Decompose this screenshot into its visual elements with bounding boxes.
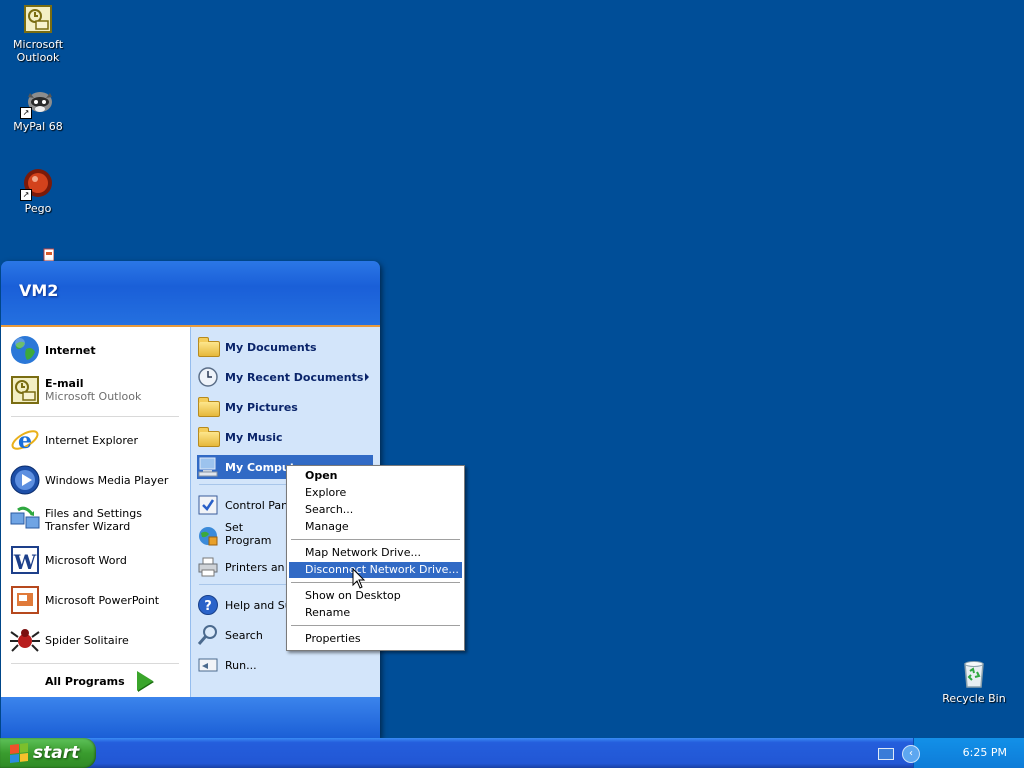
desktop-icon-label: Outlook xyxy=(16,51,60,64)
transfer-wizard-icon xyxy=(9,504,41,536)
desktop-icon-label: Pego xyxy=(24,202,52,215)
search-icon xyxy=(197,624,219,646)
recycle-bin-icon xyxy=(958,657,990,689)
system-tray: ‹ 6:25 PM xyxy=(878,738,1024,768)
taskbar: start ‹ 6:25 PM xyxy=(0,738,1024,768)
submenu-arrow-icon xyxy=(365,373,369,381)
pinned-item-title: Internet xyxy=(45,343,96,357)
ctx-manage[interactable]: Manage xyxy=(289,519,462,535)
right-item-my-recent-documents[interactable]: My Recent Documents xyxy=(197,365,373,389)
computer-icon xyxy=(197,456,219,478)
start-menu-left-pane: Internet E-mail Microsoft Outlook e Inter… xyxy=(1,327,190,697)
desktop-icon-mypal[interactable]: ↗ MyPal 68 xyxy=(0,85,76,133)
outlook-icon xyxy=(22,3,54,35)
desktop-icon-label: Microsoft xyxy=(12,38,64,51)
recent-item-spider-solitaire[interactable]: Spider Solitaire xyxy=(9,623,185,657)
right-item-my-documents[interactable]: My Documents xyxy=(197,335,373,359)
start-button[interactable]: start xyxy=(0,738,96,768)
green-arrow-icon xyxy=(136,671,153,691)
internet-explorer-icon: e xyxy=(9,424,41,456)
recent-item-microsoft-powerpoint[interactable]: Microsoft PowerPoint xyxy=(9,583,185,617)
svg-text:W: W xyxy=(13,550,37,574)
right-item-label: Help and Support xyxy=(225,598,289,612)
recent-documents-icon xyxy=(197,366,219,388)
right-item-my-pictures[interactable]: My Pictures xyxy=(197,395,373,419)
recent-item-label: Internet Explorer xyxy=(45,433,138,447)
music-folder-icon xyxy=(197,426,220,448)
shortcut-arrow-icon: ↗ xyxy=(20,189,32,201)
raccoon-icon: ↗ xyxy=(20,85,54,119)
desktop-icon-outlook[interactable]: Microsoft Outlook xyxy=(0,3,76,64)
right-item-run[interactable]: Run... xyxy=(197,653,373,677)
pictures-folder-icon xyxy=(197,396,220,418)
recent-item-transfer-wizard[interactable]: Files and Settings Transfer Wizard xyxy=(9,503,185,537)
recent-item-label: Windows Media Player xyxy=(45,473,169,487)
separator xyxy=(291,539,460,540)
folder-icon xyxy=(197,336,220,358)
context-menu: Open Explore Search... Manage Map Networ… xyxy=(286,465,465,651)
separator xyxy=(291,625,460,626)
user-name: VM2 xyxy=(19,281,59,300)
keyboard-icon[interactable] xyxy=(878,748,894,760)
right-item-label: Printers and Faxes xyxy=(225,560,285,574)
all-programs-button[interactable]: All Programs xyxy=(45,671,153,691)
control-panel-icon xyxy=(197,494,219,516)
spider-icon xyxy=(9,624,41,656)
recent-item-label: Files and Settings Transfer Wizard xyxy=(45,507,142,533)
separator xyxy=(291,582,460,583)
svg-text:e: e xyxy=(18,428,32,454)
start-menu-header: VM2 xyxy=(1,261,380,327)
desktop-icon-pego[interactable]: ↗ Pego xyxy=(0,167,76,215)
recent-item-label: Microsoft Word xyxy=(45,553,127,567)
pego-icon: ↗ xyxy=(20,167,54,201)
start-label: start xyxy=(33,743,80,763)
right-item-label: My Documents xyxy=(225,340,317,354)
show-hidden-icons-icon[interactable]: ‹ xyxy=(902,745,920,763)
right-item-label: My Pictures xyxy=(225,400,298,414)
globe-icon xyxy=(9,334,41,366)
ctx-explore[interactable]: Explore xyxy=(289,485,462,501)
pinned-item-title: E-mail xyxy=(45,377,84,390)
recent-item-windows-media-player[interactable]: Windows Media Player xyxy=(9,463,185,497)
shortcut-arrow-icon: ↗ xyxy=(20,107,32,119)
right-item-label: My Recent Documents xyxy=(225,370,364,384)
desktop-icon-label: Recycle Bin xyxy=(942,692,1006,705)
right-item-label: Set Program Access and Defaults xyxy=(225,521,272,547)
all-programs-label: All Programs xyxy=(45,674,125,688)
recent-item-internet-explorer[interactable]: e Internet Explorer xyxy=(9,423,185,457)
recent-item-microsoft-word[interactable]: W Microsoft Word xyxy=(9,543,185,577)
separator xyxy=(11,416,179,417)
recent-item-label: Microsoft PowerPoint xyxy=(45,593,160,607)
ctx-map-network-drive[interactable]: Map Network Drive... xyxy=(289,545,462,561)
pinned-item-subtitle: Microsoft Outlook xyxy=(45,390,142,403)
ctx-properties[interactable]: Properties xyxy=(289,631,462,647)
right-item-label: Search xyxy=(225,628,263,642)
pinned-item-internet[interactable]: Internet xyxy=(9,333,185,367)
ctx-rename[interactable]: Rename xyxy=(289,605,462,621)
ctx-show-on-desktop[interactable]: Show on Desktop xyxy=(289,588,462,604)
printer-icon xyxy=(197,556,219,578)
run-icon xyxy=(197,654,219,676)
ctx-open[interactable]: Open xyxy=(289,468,462,484)
right-item-label: My Music xyxy=(225,430,283,444)
help-icon: ? xyxy=(197,594,219,616)
media-player-icon xyxy=(9,464,41,496)
ctx-search[interactable]: Search... xyxy=(289,502,462,518)
recent-item-label: Spider Solitaire xyxy=(45,633,129,647)
clock[interactable]: 6:25 PM xyxy=(963,746,1007,759)
program-access-icon xyxy=(197,525,219,547)
windows-logo-icon xyxy=(10,743,28,763)
start-menu-footer xyxy=(1,697,380,738)
ctx-disconnect-network-drive[interactable]: Disconnect Network Drive... xyxy=(289,562,462,578)
desktop-icon-recycle-bin[interactable]: Recycle Bin xyxy=(936,657,1012,705)
separator xyxy=(11,663,179,664)
svg-text:?: ? xyxy=(204,599,212,614)
right-item-my-music[interactable]: My Music xyxy=(197,425,373,449)
outlook-icon xyxy=(9,374,41,406)
desktop-icon-label: MyPal 68 xyxy=(13,120,63,133)
powerpoint-icon xyxy=(9,584,41,616)
word-icon: W xyxy=(9,544,41,576)
right-item-label: Run... xyxy=(225,658,257,672)
pinned-item-email[interactable]: E-mail Microsoft Outlook xyxy=(9,373,185,407)
